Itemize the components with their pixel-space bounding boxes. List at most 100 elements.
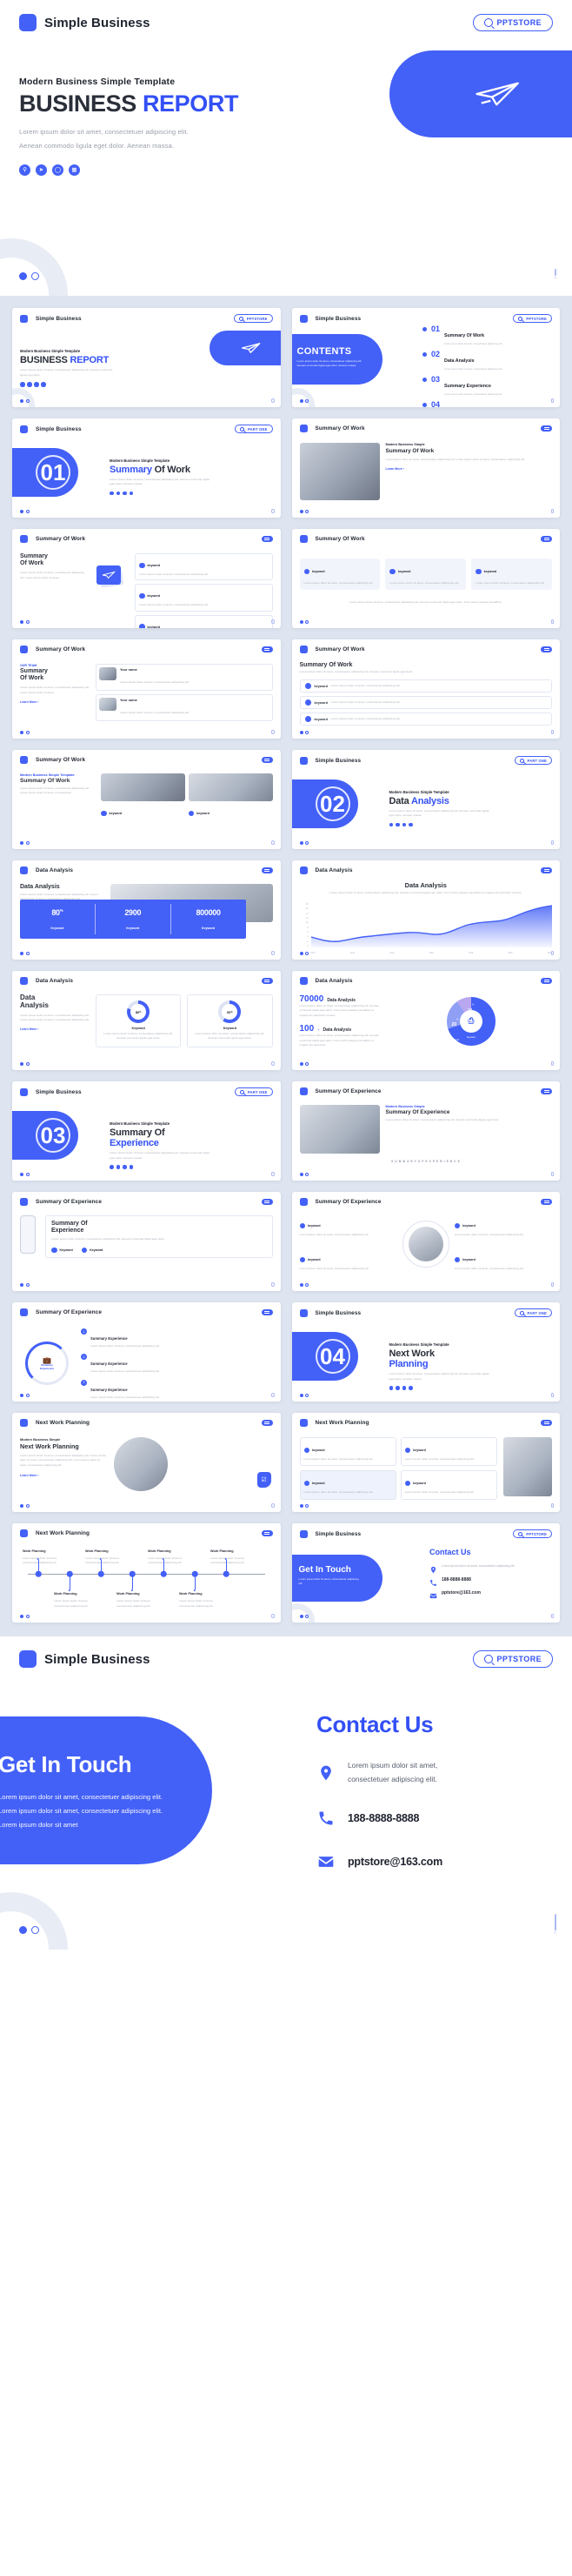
slide-pagination[interactable] [20,510,30,513]
menu-chip-icon[interactable] [541,1198,552,1206]
exp-item[interactable]: keyword Lorem ipsum dolor sit amet, conse… [454,1251,552,1271]
learn-more-link[interactable]: Learn More › [20,700,90,704]
pagination-dot[interactable] [305,399,309,403]
pptstore-button[interactable]: PPTSTORE [513,1529,552,1539]
slide-thumb-work-timeline[interactable]: Next Work Planning Work Planning Lorem ip… [12,1523,281,1623]
slide-thumb-exp-cards[interactable]: Summary Of Experience keyword Lorem ipsum… [291,1192,560,1291]
keyword-card[interactable]: keywordLorem ipsum dolor sit amet, conse… [135,614,273,628]
slide-pagination[interactable] [20,399,30,403]
slide-thumb-summary-devices[interactable]: Summary Of Work Modern Business Simple T… [12,750,281,849]
pptstore-button[interactable]: PPTSTORE [513,314,552,324]
list-item[interactable]: 04Work PlanningLorem ipsum dolor sit ame… [422,401,553,407]
partone-button[interactable]: PART ONE [235,425,273,434]
menu-chip-icon[interactable] [261,1308,273,1316]
slide-pagination[interactable] [20,1173,30,1176]
partone-button[interactable]: PART ONE [514,756,552,766]
slide-pagination[interactable] [20,1062,30,1066]
keyword-card[interactable]: keywordLorem ipsum dolor sit amet, conse… [135,553,273,581]
exp-item[interactable]: keyword Lorem ipsum dolor sit amet, conse… [299,1217,397,1237]
learn-more-link[interactable]: Learn More › [386,467,553,471]
menu-chip-icon[interactable] [261,535,273,543]
slide-thumb-work-cards[interactable]: Next Work Planning keyword Lorem ipsum do… [291,1413,560,1512]
slide-thumb-exp-wheel[interactable]: Summary Of Experience 💼 Summary Experienc… [12,1302,281,1402]
work-card[interactable]: keyword Lorem ipsum dolor sit amet, conse… [400,1470,497,1500]
work-card[interactable]: keyword Lorem ipsum dolor sit amet, conse… [299,1437,396,1467]
work-card[interactable]: keyword Lorem ipsum dolor sit amet, conse… [299,1470,396,1500]
partone-button[interactable]: PART ONE [235,1087,273,1097]
pagination-dot-active[interactable] [299,399,303,403]
info-card[interactable]: keyword Lorem ipsum dolor sit amet, conse… [299,559,381,591]
slide-pagination[interactable] [299,1394,309,1397]
scroll-indicator[interactable]: ˅ [554,1914,556,1936]
slide-thumb-section-03[interactable]: Simple Business PART ONE 03 Modern Busin… [12,1081,281,1181]
slide-pagination[interactable] [299,510,309,513]
window-icon[interactable]: ▦ [69,164,80,177]
pptstore-button[interactable]: PPTSTORE [473,1650,553,1668]
work-card[interactable]: keyword Lorem ipsum dolor sit amet, conse… [400,1437,497,1467]
slide-thumb-data-stats[interactable]: Data Analysis Data Analysis Lorem ipsum … [12,860,281,960]
menu-chip-icon[interactable] [541,977,552,985]
info-card[interactable]: keyword Lorem ipsum dolor sit amet, conse… [385,559,467,591]
pagination-dot-active[interactable] [20,399,23,403]
slide-pagination[interactable] [299,620,309,624]
slide-pagination[interactable] [299,841,309,845]
slide-thumb-data-rings[interactable]: Data Analysis Data Analysis Lorem ipsum d… [12,971,281,1070]
pagination-dot[interactable] [31,1926,39,1934]
keyword-row[interactable]: keyword Lorem ipsum dolor sit amet, conse… [299,696,552,710]
slide-thumb-summary-rows[interactable]: Summary Of Work Summary Of Work Lorem ip… [291,639,560,739]
slide-thumb-cover[interactable]: Simple Business PPTSTORE Modern Business… [12,308,281,407]
list-item[interactable]: 01 Summary Of Work Lorem ipsum dolor sit a… [422,325,553,345]
pagination-dot[interactable] [31,272,39,280]
slide-thumb-summary-cards[interactable]: Summary Of Work keyword Lorem ipsum dolor… [291,529,560,628]
pptstore-button[interactable]: PPTSTORE [473,14,553,31]
slide-thumb-exp-photo[interactable]: Summary Of Experience Modern Business Si… [291,1081,560,1181]
pagination-dot-active[interactable] [20,510,23,513]
menu-chip-icon[interactable] [541,535,552,543]
pagination-dot-active[interactable] [19,1926,27,1934]
search-icon[interactable] [20,382,25,387]
menu-chip-icon[interactable] [541,425,552,432]
slide-pagination[interactable] [299,399,309,403]
slide-thumb-exp-phone[interactable]: Summary Of Experience Summary Of Experien… [12,1192,281,1291]
pptstore-button[interactable]: PPTSTORE [233,314,273,324]
slide-thumb-summary-team[interactable]: Summary Of Work OUR TEAM Summary Of Work … [12,639,281,739]
footer-phone[interactable]: 188-8888-8888 [348,1809,419,1829]
learn-more-link[interactable]: Learn More › [20,1474,107,1477]
slide-pagination[interactable] [20,1283,30,1287]
slide-thumb-work-photo[interactable]: Next Work Planning Modern Business Simpl… [12,1413,281,1512]
footer-email[interactable]: pptstore@163.com [348,1852,442,1872]
slide-thumb-section-02[interactable]: Simple Business PART ONE 02 Modern Busin… [291,750,560,849]
exp-item[interactable]: keyword Lorem ipsum dolor sit amet, conse… [454,1217,552,1237]
slide-pagination[interactable] [20,620,30,624]
menu-chip-icon[interactable] [541,1419,552,1427]
menu-chip-icon[interactable] [541,1087,552,1095]
pagination-dot-active[interactable] [19,272,27,280]
team-member-card[interactable]: Your name Lorem ipsum dolor sit amet, con… [96,664,273,691]
wheel-row[interactable]: 3 Summary Experience Lorem ipsum dolor sit… [81,1379,273,1400]
menu-chip-icon[interactable] [261,1198,273,1206]
pagination-dot[interactable] [25,399,30,403]
menu-chip-icon[interactable] [541,646,552,653]
slide-pagination[interactable] [20,1504,30,1508]
hero-pagination-dots[interactable] [19,272,39,280]
slide-thumb-section-04[interactable]: Simple Business PART ONE 04 Modern Busin… [291,1302,560,1402]
search-icon[interactable]: ⚲ [19,164,30,177]
menu-chip-icon[interactable] [261,1529,273,1537]
slide-thumb-section-01[interactable]: Simple Business PART ONE 01 Modern Busin… [12,418,281,518]
footer-pagination-dots[interactable] [19,1926,39,1934]
slide-pagination[interactable] [299,731,309,734]
keyword-card[interactable]: keywordLorem ipsum dolor sit amet, conse… [135,584,273,612]
chat-icon[interactable] [34,382,39,387]
slide-pagination[interactable] [299,1173,309,1176]
menu-chip-icon[interactable] [261,977,273,985]
slide-thumb-contents[interactable]: Simple Business PPTSTORE CONTENTS Lorem … [291,308,560,407]
slide-pagination[interactable] [20,841,30,845]
menu-chip-icon[interactable] [261,866,273,874]
wheel-row[interactable]: 2 Summary Experience Lorem ipsum dolor sit… [81,1354,273,1374]
slide-pagination[interactable] [20,1615,30,1618]
slide-pagination[interactable] [20,952,30,955]
window-icon[interactable] [41,382,46,387]
list-item[interactable]: 03 Summary Experience Lorem ipsum dolor si… [422,376,553,396]
team-member-card[interactable]: Your name Lorem ipsum dolor sit amet, con… [96,694,273,721]
ring-card[interactable]: 80% Keyword Lorem ipsum dolor sit amet, … [96,994,182,1047]
